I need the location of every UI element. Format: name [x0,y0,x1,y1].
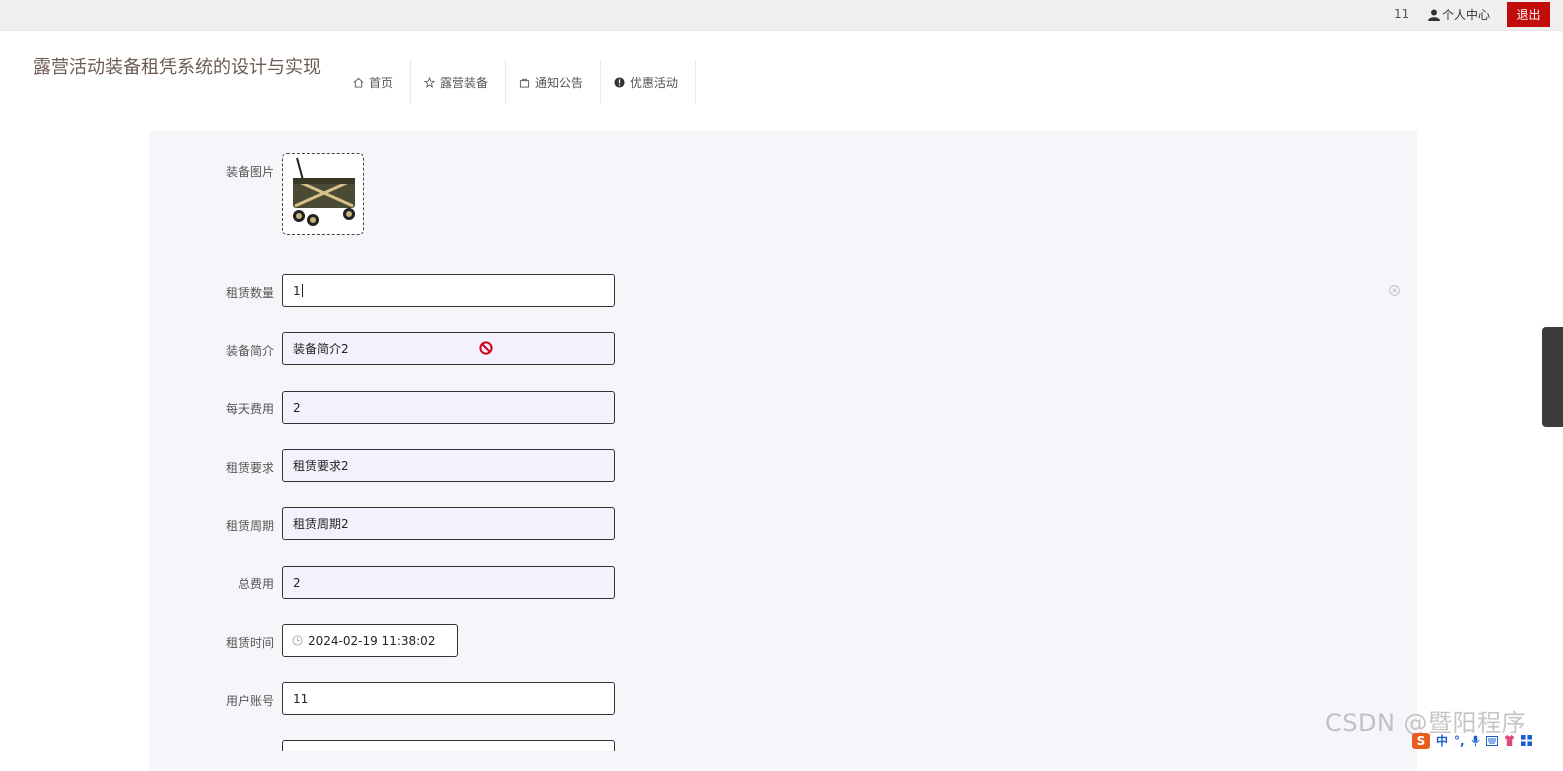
ime-punctuation-toggle[interactable]: °, [1454,734,1465,748]
text-cursor [301,284,303,297]
site-title: 露营活动装备租凭系统的设计与实现 [33,57,321,78]
side-drawer-handle[interactable] [1542,327,1563,427]
rent-time-value: 2024-02-19 11:38:02 [308,633,436,648]
current-user-id: 11 [1394,7,1410,21]
quantity-input[interactable]: 1 [282,274,615,307]
nav-item-camping-equipment[interactable]: 露营装备 [411,60,507,104]
star-icon [424,76,436,88]
not-allowed-icon [479,341,493,355]
period-label: 租赁周期 [225,519,274,533]
requirement-label: 租赁要求 [225,461,274,475]
nav-label: 优惠活动 [630,75,679,90]
logout-button[interactable]: 退出 [1507,2,1550,27]
nav-label: 首页 [369,75,394,90]
requirement-value: 租赁要求2 [293,459,349,473]
alert-circle-icon [614,76,625,88]
intro-input[interactable]: 装备简介2 [282,332,615,365]
nav-label: 露营装备 [440,75,489,90]
quantity-label: 租赁数量 [225,286,274,300]
intro-label: 装备简介 [225,344,274,358]
equipment-image-label: 装备图片 [225,165,274,179]
user-icon [1428,9,1440,21]
ime-language-toggle[interactable]: 中 [1436,732,1448,749]
clock-icon [292,635,303,646]
nav-item-promotions[interactable]: 优惠活动 [601,60,697,104]
total-fee-label: 总费用 [237,577,274,591]
grid-menu-icon[interactable] [1520,735,1532,746]
quantity-value: 1 [293,283,301,298]
rent-time-label: 租赁时间 [225,636,274,650]
nav-label: 通知公告 [535,75,584,90]
bag-icon [519,78,530,88]
daily-fee-value: 2 [293,400,301,415]
personal-center-label: 个人中心 [1442,8,1491,22]
total-fee-input[interactable]: 2 [282,566,615,599]
nav-item-notices[interactable]: 通知公告 [506,60,602,104]
daily-fee-input[interactable]: 2 [282,391,615,424]
microphone-icon[interactable] [1471,735,1480,747]
home-icon [353,77,364,88]
next-field-input[interactable] [282,740,615,751]
daily-fee-label: 每天费用 [225,402,274,416]
rent-time-picker[interactable]: 2024-02-19 11:38:02 [282,624,458,657]
account-input[interactable]: 11 [282,682,615,715]
main-nav: 首页 露营装备 通知公告 优惠活动 [340,60,697,104]
keyboard-icon[interactable] [1485,735,1498,746]
cart-image [293,157,355,226]
skin-icon[interactable] [1504,735,1515,746]
total-fee-value: 2 [293,575,301,590]
requirement-input[interactable]: 租赁要求2 [282,449,615,482]
equipment-image[interactable] [282,153,364,235]
clear-icon[interactable] [1389,285,1400,296]
intro-value: 装备简介2 [293,342,349,356]
top-bar: 11 个人中心 退出 [0,0,1563,31]
personal-center-link[interactable]: 个人中心 [1428,6,1490,23]
account-label: 用户账号 [225,694,274,708]
period-value: 租赁周期2 [293,517,349,531]
nav-item-home[interactable]: 首页 [340,60,412,104]
account-value: 11 [293,691,309,706]
ime-toolbar: S 中 °, [1412,732,1532,749]
period-input[interactable]: 租赁周期2 [282,507,615,540]
ime-logo-icon[interactable]: S [1412,732,1430,749]
